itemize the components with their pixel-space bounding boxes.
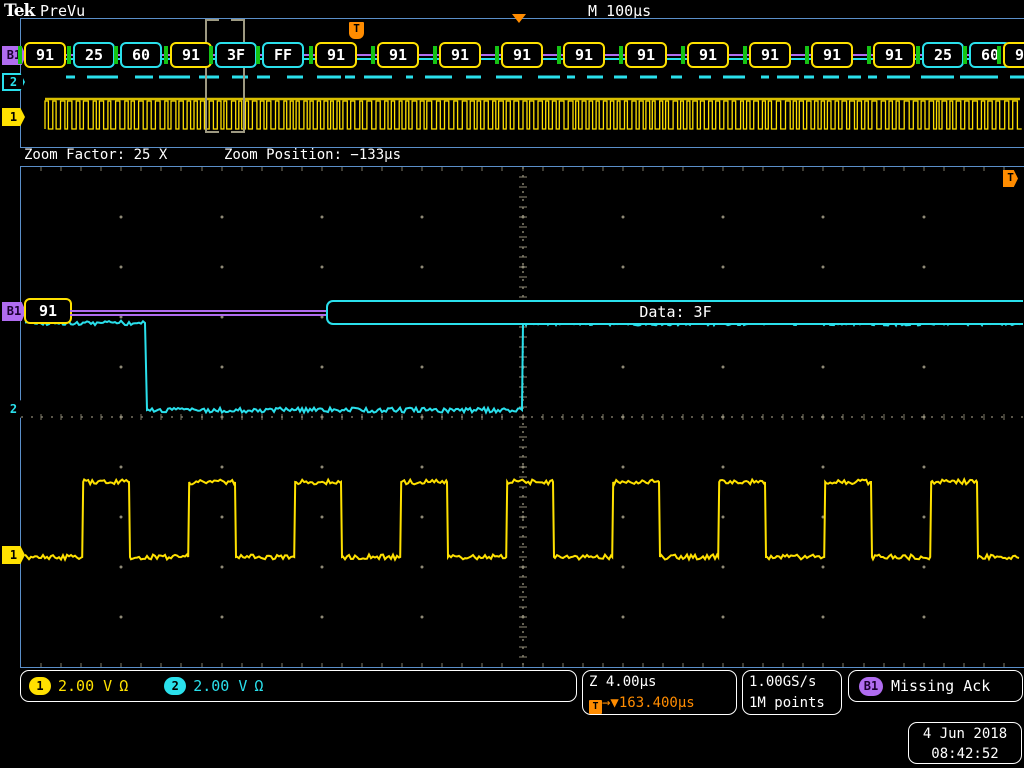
- ch2-pill[interactable]: 2: [164, 677, 187, 695]
- overview-packet[interactable]: 91: [501, 42, 543, 68]
- overview-packet[interactable]: 91: [625, 42, 667, 68]
- overview-traces: [44, 75, 1024, 130]
- zoom-bus-badge[interactable]: B1: [2, 302, 26, 321]
- zoom-ch2-ground-marker[interactable]: 2: [2, 400, 25, 418]
- acquisition-box[interactable]: 1.00GS/s 1M points: [742, 670, 842, 715]
- overview-packet[interactable]: 91: [1003, 42, 1024, 68]
- overview-packet[interactable]: 25: [73, 42, 115, 68]
- zoom-factor-readout[interactable]: Zoom Factor: 25 X: [24, 147, 167, 163]
- overview-ch2-ground-marker[interactable]: 2: [2, 73, 25, 91]
- bus-start-marker: [743, 46, 747, 64]
- overview-packet[interactable]: 91: [563, 42, 605, 68]
- trigger-delay-row: T →▼163.400µs: [589, 693, 730, 714]
- overview-packet[interactable]: 91: [873, 42, 915, 68]
- bus-status-badge: B1: [859, 676, 883, 696]
- overview-packet[interactable]: 91: [24, 42, 66, 68]
- bus-start-marker: [997, 46, 1001, 64]
- zoom-traces: [21, 167, 1024, 667]
- zoom-ch2-label: 2: [2, 400, 25, 418]
- trigger-icon: T: [589, 700, 602, 714]
- bus-start-marker: [209, 46, 213, 64]
- zoom-packet-address[interactable]: 91: [24, 298, 72, 324]
- zoom-waveform-pane[interactable]: [20, 166, 1024, 668]
- bus-start-marker: [557, 46, 561, 64]
- bus-start-marker: [114, 46, 118, 64]
- bus-start-marker: [67, 46, 71, 64]
- overview-bus-decode-row: 912560913FFF91919191919191919191256091: [0, 42, 1024, 70]
- zoom-box-right-bracket[interactable]: [231, 19, 245, 133]
- overview-ch1-ground-marker[interactable]: 1: [2, 108, 25, 126]
- bus-start-marker: [433, 46, 437, 64]
- bus-start-marker: [867, 46, 871, 64]
- bus-start-marker: [18, 46, 22, 64]
- bus-start-marker: [619, 46, 623, 64]
- bus-status-box[interactable]: B1 Missing Ack: [848, 670, 1023, 702]
- channel-status-bar: 1 2.00 V Ω 2 2.00 V Ω: [20, 670, 577, 702]
- overview-packet-container: 912560913FFF91919191919191919191256091: [0, 42, 1024, 70]
- zoom-packet-data[interactable]: Data: 3F: [326, 300, 1023, 325]
- bus-start-marker: [309, 46, 313, 64]
- bus-start-marker: [371, 46, 375, 64]
- zoom-position-readout[interactable]: Zoom Position: −133µs: [224, 147, 401, 163]
- bus-start-marker: [805, 46, 809, 64]
- zoom-box-left-bracket[interactable]: [205, 19, 219, 133]
- zoom-ch1-ground-marker[interactable]: 1: [2, 546, 25, 564]
- ch1-vertical-scale[interactable]: 2.00 V: [58, 677, 112, 695]
- zoom-bus-badge-label: B1: [2, 302, 26, 321]
- overview-packet[interactable]: 91: [315, 42, 357, 68]
- bus-start-marker: [164, 46, 168, 64]
- ch2-vertical-scale[interactable]: 2.00 V: [193, 677, 247, 695]
- overview-packet[interactable]: 25: [922, 42, 964, 68]
- overview-trigger-position-marker[interactable]: [512, 14, 526, 23]
- overview-packet[interactable]: 91: [170, 42, 212, 68]
- overview-packet[interactable]: 91: [811, 42, 853, 68]
- zoom-timebase-box[interactable]: Z 4.00µs T →▼163.400µs: [582, 670, 737, 715]
- overview-packet[interactable]: 91: [687, 42, 729, 68]
- zoom-timebase-value: Z 4.00µs: [589, 674, 657, 690]
- overview-ch1-label: 1: [2, 108, 25, 126]
- bus-start-marker: [916, 46, 920, 64]
- time-value: 08:42:52: [931, 746, 999, 762]
- bus-start-marker: [256, 46, 260, 64]
- sample-rate-value: 1.00GS/s: [749, 674, 817, 690]
- date-value: 4 Jun 2018: [922, 726, 1008, 742]
- overview-trigger-level-marker[interactable]: T: [349, 22, 364, 39]
- oscilloscope-screen: Tek PreVu M 100µs T B1 91 25 60 91 3F FF 91 91 9…: [0, 0, 1024, 768]
- zoom-bus-idle-line-a: [70, 310, 330, 312]
- overview-packet[interactable]: FF: [262, 42, 304, 68]
- ch2-coupling-icon[interactable]: Ω: [254, 677, 263, 695]
- bus-start-marker: [681, 46, 685, 64]
- overview-packet[interactable]: 3F: [215, 42, 257, 68]
- bus-start-marker: [963, 46, 967, 64]
- record-length-value: 1M points: [749, 695, 825, 711]
- zoom-bus-idle-line-b: [70, 314, 330, 316]
- overview-waveform-pane[interactable]: [20, 18, 1024, 148]
- bus-status-text: Missing Ack: [891, 677, 991, 695]
- ch1-coupling-icon[interactable]: Ω: [119, 677, 128, 695]
- overview-packet[interactable]: 91: [377, 42, 419, 68]
- overview-packet[interactable]: 91: [439, 42, 481, 68]
- ch1-pill[interactable]: 1: [29, 677, 51, 695]
- datetime-box: 4 Jun 2018 08:42:52: [908, 722, 1022, 764]
- zoom-ch1-label: 1: [2, 546, 25, 564]
- overview-ch2-label: 2: [2, 73, 25, 91]
- overview-packet[interactable]: 60: [120, 42, 162, 68]
- overview-packet[interactable]: 91: [749, 42, 791, 68]
- bus-start-marker: [495, 46, 499, 64]
- trigger-delay-value: →▼163.400µs: [602, 695, 695, 711]
